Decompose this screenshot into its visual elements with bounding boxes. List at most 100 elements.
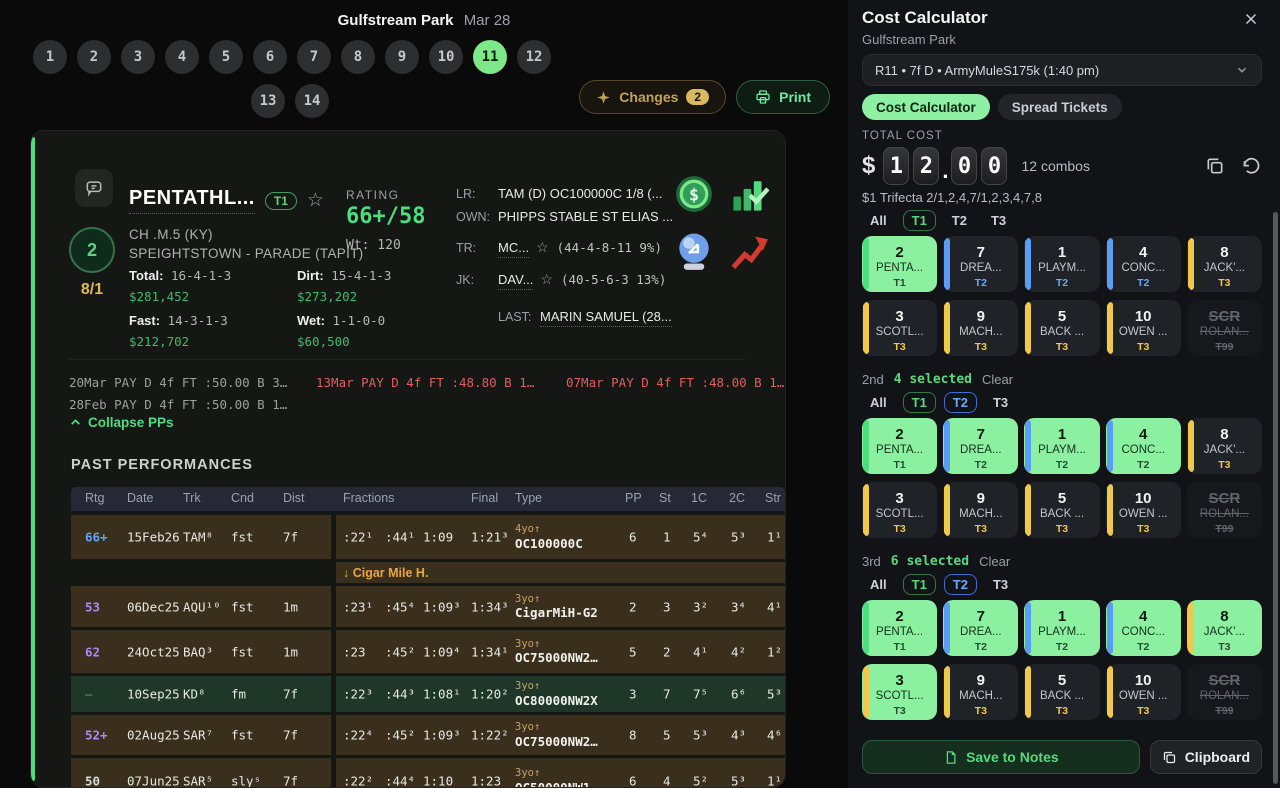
filter-t3[interactable]: T3 bbox=[985, 575, 1016, 594]
race-button-7[interactable]: 7 bbox=[297, 40, 331, 74]
horse-chip-4[interactable]: 4CONC...T2 bbox=[1106, 236, 1181, 292]
horse-chip-4[interactable]: 4CONC...T2 bbox=[1106, 600, 1181, 656]
filter-t1[interactable]: T1 bbox=[903, 392, 936, 413]
horse-chip-5[interactable]: 5BACK ...T3 bbox=[1024, 482, 1099, 538]
horse-chip-SCR[interactable]: SCRROLAN...T99 bbox=[1187, 664, 1262, 720]
race-button-5[interactable]: 5 bbox=[209, 40, 243, 74]
race-button-9[interactable]: 9 bbox=[385, 40, 419, 74]
horse-chip-tier: T1 bbox=[862, 458, 937, 472]
tier-accent bbox=[863, 484, 869, 536]
race-button-14[interactable]: 14 bbox=[295, 84, 329, 118]
tab-spread-tickets[interactable]: Spread Tickets bbox=[998, 94, 1122, 120]
close-icon[interactable] bbox=[1240, 8, 1262, 33]
filter-t1[interactable]: T1 bbox=[903, 574, 936, 595]
horse-chip-8[interactable]: 8JACK'...T3 bbox=[1187, 236, 1262, 292]
save-to-notes-button[interactable]: Save to Notes bbox=[862, 740, 1140, 774]
copy-icon[interactable] bbox=[1205, 156, 1225, 176]
race-button-3[interactable]: 3 bbox=[121, 40, 155, 74]
horse-chip-7[interactable]: 7DREA...T2 bbox=[943, 236, 1018, 292]
cost-digit[interactable]: 1 bbox=[883, 147, 909, 185]
horse-chip-SCR[interactable]: SCRROLAN...T99 bbox=[1187, 300, 1262, 356]
pp-header-cell: St bbox=[659, 491, 671, 505]
group-clear-button[interactable]: Clear bbox=[982, 372, 1013, 387]
record-stat-label: Dirt: bbox=[297, 268, 324, 283]
clipboard-button[interactable]: Clipboard bbox=[1150, 740, 1262, 774]
reset-icon[interactable] bbox=[1241, 156, 1262, 177]
horse-chip-7[interactable]: 7DREA...T2 bbox=[943, 418, 1018, 474]
horse-chip-8[interactable]: 8JACK'...T3 bbox=[1187, 418, 1262, 474]
race-button-1[interactable]: 1 bbox=[33, 40, 67, 74]
horse-chip-8[interactable]: 8JACK'...T3 bbox=[1187, 600, 1262, 656]
print-button[interactable]: Print bbox=[736, 80, 830, 114]
connection-value[interactable]: MARIN SAMUEL (28... bbox=[540, 309, 672, 327]
cost-digit[interactable]: 2 bbox=[913, 147, 939, 185]
race-button-8[interactable]: 8 bbox=[341, 40, 375, 74]
filter-all[interactable]: All bbox=[862, 575, 895, 594]
horse-chip-5[interactable]: 5BACK ...T3 bbox=[1024, 300, 1099, 356]
horse-chip-9[interactable]: 9MACH...T3 bbox=[943, 664, 1018, 720]
selection-group-3: 3rd6 selectedClearAllT1T2T32PENTA...T17D… bbox=[862, 552, 1262, 720]
horse-chip-7[interactable]: 7DREA...T2 bbox=[943, 600, 1018, 656]
panel-scrollbar[interactable] bbox=[1273, 212, 1278, 784]
horse-chip-5[interactable]: 5BACK ...T3 bbox=[1024, 664, 1099, 720]
filter-t3[interactable]: T3 bbox=[983, 211, 1014, 230]
horse-chip-1[interactable]: 1PLAYM...T2 bbox=[1024, 418, 1099, 474]
race-button-2[interactable]: 2 bbox=[77, 40, 111, 74]
cost-digit[interactable]: 0 bbox=[981, 147, 1007, 185]
selection-group-2: 2nd4 selectedClearAllT1T2T32PENTA...T17D… bbox=[862, 370, 1262, 538]
cost-digit[interactable]: 0 bbox=[951, 147, 977, 185]
star-icon[interactable]: ☆ bbox=[540, 271, 553, 287]
connection-value[interactable]: DAV... bbox=[498, 272, 533, 290]
horse-selection-grid: 2PENTA...T17DREA...T21PLAYM...T24CONC...… bbox=[862, 418, 1262, 538]
pp-table-row: 5306Dec25AQU¹⁰fst1m:23¹:45⁴1:09³1:34³233… bbox=[71, 586, 785, 627]
star-icon[interactable]: ☆ bbox=[307, 189, 324, 212]
filter-t2[interactable]: T2 bbox=[944, 574, 977, 595]
pp-cell-dist: 7f bbox=[283, 530, 298, 545]
race-select-dropdown[interactable]: R11 • 7f D • ArmyMuleS175k (1:40 pm) bbox=[862, 54, 1262, 86]
horse-chip-2[interactable]: 2PENTA...T1 bbox=[862, 600, 937, 656]
horse-chip-9[interactable]: 9MACH...T3 bbox=[943, 300, 1018, 356]
race-button-4[interactable]: 4 bbox=[165, 40, 199, 74]
horse-chip-SCR[interactable]: SCRROLAN...T99 bbox=[1187, 482, 1262, 538]
chevron-down-icon bbox=[1235, 63, 1249, 77]
filter-all[interactable]: All bbox=[862, 211, 895, 230]
horse-chip-2[interactable]: 2PENTA...T1 bbox=[862, 236, 937, 292]
pp-cell-c2: 5³ bbox=[731, 530, 746, 545]
pp-header-cell: PP bbox=[625, 491, 642, 505]
horse-card: 2 8/1 PENTATHL... T1 ☆ CH .M.5 (KY) SPEI… bbox=[30, 130, 786, 788]
horse-chip-10[interactable]: 10OWEN ...T3 bbox=[1106, 664, 1181, 720]
connection-value[interactable]: MC... bbox=[498, 240, 529, 258]
comment-icon[interactable] bbox=[75, 169, 113, 207]
changes-button[interactable]: Changes 2 bbox=[579, 80, 726, 114]
horse-chip-10[interactable]: 10OWEN ...T3 bbox=[1106, 482, 1181, 538]
filter-t3[interactable]: T3 bbox=[985, 393, 1016, 412]
race-button-12[interactable]: 12 bbox=[517, 40, 551, 74]
horse-chip-3[interactable]: 3SCOTL...T3 bbox=[862, 300, 937, 356]
horse-chip-2[interactable]: 2PENTA...T1 bbox=[862, 418, 937, 474]
race-button-10[interactable]: 10 bbox=[429, 40, 463, 74]
horse-chip-10[interactable]: 10OWEN ...T3 bbox=[1106, 300, 1181, 356]
pp-table-row: —10Sep25KD⁸fm7f:22³:44³1:08¹1:20²377⁵6⁶5… bbox=[71, 676, 785, 712]
group-clear-button[interactable]: Clear bbox=[979, 554, 1010, 569]
filter-all[interactable]: All bbox=[862, 393, 895, 412]
pp-cell-str: 1¹ bbox=[767, 774, 782, 788]
race-button-13[interactable]: 13 bbox=[251, 84, 285, 118]
horse-name[interactable]: PENTATHL... bbox=[129, 187, 255, 214]
filter-t2[interactable]: T2 bbox=[944, 392, 977, 413]
record-stat: Wet: 1-1-0-0 $60,500 bbox=[297, 310, 415, 352]
tab-cost-calculator[interactable]: Cost Calculator bbox=[862, 94, 990, 120]
race-button-6[interactable]: 6 bbox=[253, 40, 287, 74]
horse-chip-3[interactable]: 3SCOTL...T3 bbox=[862, 482, 937, 538]
pp-cell-pp: 8 bbox=[629, 728, 637, 743]
star-icon[interactable]: ☆ bbox=[536, 239, 549, 255]
collapse-pps-link[interactable]: Collapse PPs bbox=[69, 415, 174, 430]
filter-t1[interactable]: T1 bbox=[903, 210, 936, 231]
pp-cell-c1: 3² bbox=[693, 599, 708, 614]
horse-chip-9[interactable]: 9MACH...T3 bbox=[943, 482, 1018, 538]
filter-t2[interactable]: T2 bbox=[944, 211, 975, 230]
race-button-11[interactable]: 11 bbox=[473, 40, 507, 74]
horse-chip-4[interactable]: 4CONC...T2 bbox=[1106, 418, 1181, 474]
horse-chip-3[interactable]: 3SCOTL...T3 bbox=[862, 664, 937, 720]
horse-chip-1[interactable]: 1PLAYM...T2 bbox=[1024, 600, 1099, 656]
horse-chip-1[interactable]: 1PLAYM...T2 bbox=[1024, 236, 1099, 292]
